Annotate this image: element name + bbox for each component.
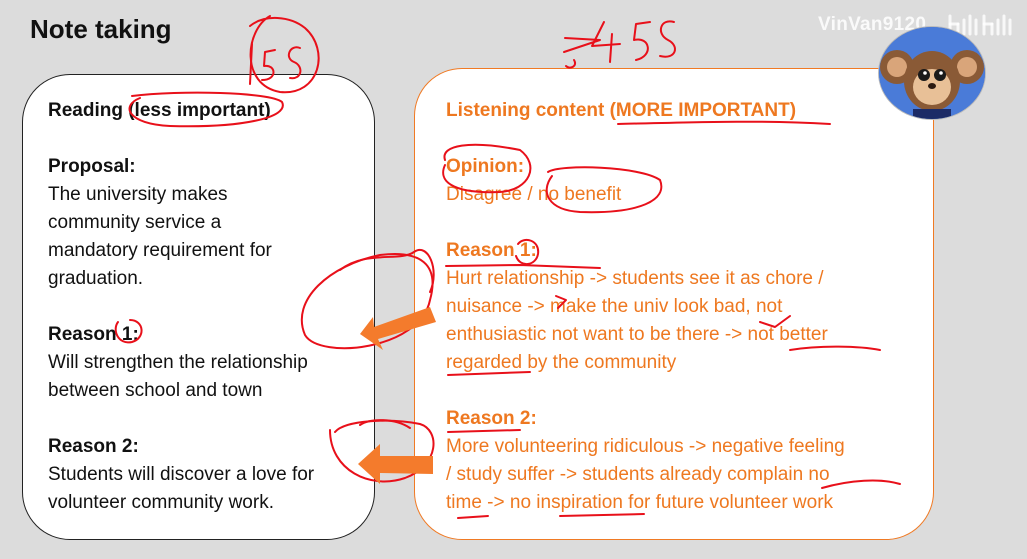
page-title: Note taking bbox=[30, 14, 172, 44]
reading-heading: Reading (less important) bbox=[48, 100, 271, 121]
reading-reason1-line: Will strengthen the relationship bbox=[48, 352, 308, 373]
listening-reason1-label: Reason 1: bbox=[446, 240, 537, 261]
listening-reason1-line: nuisance -> make the univ look bad, not bbox=[446, 296, 783, 317]
reading-reason1-label: Reason 1: bbox=[48, 324, 139, 345]
listening-reason1-line: regarded by the community bbox=[446, 352, 677, 373]
proposal-label: Proposal: bbox=[48, 156, 136, 177]
scribble bbox=[565, 59, 576, 69]
listening-reason2-line: More volunteering ridiculous -> negative… bbox=[446, 436, 845, 457]
proposal-line: community service a bbox=[48, 212, 222, 233]
listening-reason2-label: Reason 2: bbox=[446, 408, 537, 429]
scribble bbox=[563, 37, 601, 53]
listening-heading: Listening content (MORE IMPORTANT) bbox=[446, 100, 797, 121]
reading-card: Reading (less important) Proposal: The u… bbox=[22, 74, 375, 540]
listening-card: Listening content (MORE IMPORTANT) Opini… bbox=[414, 68, 934, 540]
reading-reason2-line: volunteer community work. bbox=[48, 492, 274, 513]
scribble bbox=[659, 20, 676, 58]
plush-toy-icon bbox=[879, 27, 985, 119]
scribble bbox=[633, 21, 651, 61]
proposal-line: mandatory requirement for bbox=[48, 240, 272, 261]
proposal-line: graduation. bbox=[48, 268, 144, 289]
avatar bbox=[879, 27, 985, 119]
listening-reason2-line: time -> no inspiration for future volunt… bbox=[446, 492, 834, 513]
opinion-label: Opinion: bbox=[446, 156, 525, 177]
listening-reason2-line: / study suffer -> students already compl… bbox=[446, 464, 830, 485]
reading-reason2-label: Reason 2: bbox=[48, 436, 139, 457]
proposal-line: The university makes bbox=[48, 184, 228, 205]
reading-reason2-line: Students will discover a love for bbox=[48, 464, 315, 485]
opinion-line: Disagree / no benefit bbox=[446, 184, 622, 205]
reading-reason1-line: between school and town bbox=[48, 380, 263, 401]
listening-reason1-line: Hurt relationship -> students see it as … bbox=[446, 268, 824, 289]
scribble bbox=[591, 21, 621, 63]
listening-reason1-line: enthusiastic not want to be there -> not… bbox=[446, 324, 828, 345]
